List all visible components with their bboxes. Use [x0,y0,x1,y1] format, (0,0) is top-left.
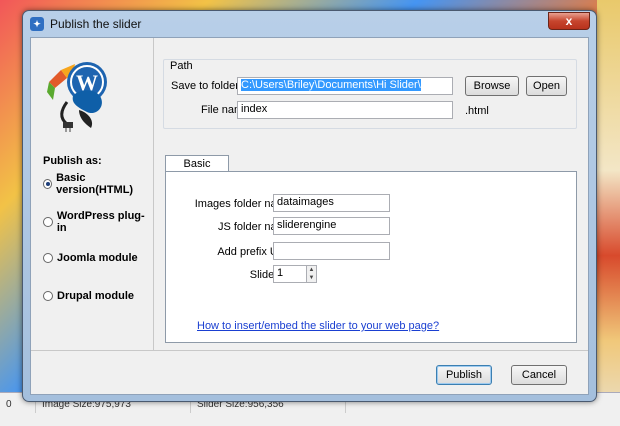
tab-basic-options[interactable]: Basic Options [165,155,229,186]
dialog-title: Publish the slider [50,17,142,31]
cancel-button[interactable]: Cancel [511,365,567,385]
spinner-up-icon[interactable]: ▲ [307,266,316,274]
save-to-folder-input[interactable]: C:\Users\Briley\Documents\Hi Slider\ [237,77,453,95]
background-photo-strip [597,0,620,426]
file-name-input[interactable]: index [237,101,453,119]
radio-drupal[interactable]: Drupal module [43,288,134,304]
path-group-label: Path [170,60,193,72]
radio-button[interactable] [43,253,53,263]
radio-button[interactable] [43,291,53,301]
images-folder-input[interactable]: dataimages [273,194,390,212]
dialog-client-area: W Publish as: Basic version(HTML) WordPr… [30,37,589,395]
footer-divider [31,350,588,351]
radio-label: Drupal module [57,290,135,302]
publish-button[interactable]: Publish [436,365,492,385]
vertical-divider [153,38,154,350]
spinner-down-icon[interactable]: ▼ [307,274,316,282]
file-extension-label: .html [465,105,489,117]
radio-basic-html[interactable]: Basic version(HTML) [43,172,153,196]
radio-button-selected[interactable] [43,179,53,189]
save-to-folder-value: C:\Users\Briley\Documents\Hi Slider\ [241,79,421,91]
radio-button[interactable] [43,217,53,227]
js-folder-input[interactable]: sliderengine [273,217,390,235]
radio-label: Joomla module [57,252,138,264]
prefix-url-input[interactable] [273,242,390,260]
slider-id-spinner[interactable]: ▲ ▼ [307,265,317,283]
publish-as-heading: Publish as: [43,155,102,167]
save-to-folder-label: Save to folder: [171,80,242,92]
embed-help-link[interactable]: How to insert/embed the slider to your w… [197,320,439,332]
app-icon: ✦ [30,17,44,31]
radio-wordpress[interactable]: WordPress plug-in [43,210,153,234]
radio-label: WordPress plug-in [56,210,145,234]
browse-button[interactable]: Browse [465,76,519,96]
joomla-wordpress-drupal-logo-icon: W [47,62,107,132]
open-button[interactable]: Open [526,76,567,96]
dialog-titlebar[interactable]: ✦ Publish the slider x [23,11,596,37]
slider-id-input[interactable]: 1 [273,265,307,283]
publish-dialog: ✦ Publish the slider x W Publish as: Bas… [22,10,597,402]
radio-label: Basic version(HTML) [56,172,134,196]
radio-joomla[interactable]: Joomla module [43,250,138,266]
publish-as-panel: W Publish as: Basic version(HTML) WordPr… [31,38,153,350]
close-button[interactable]: x [548,12,590,30]
